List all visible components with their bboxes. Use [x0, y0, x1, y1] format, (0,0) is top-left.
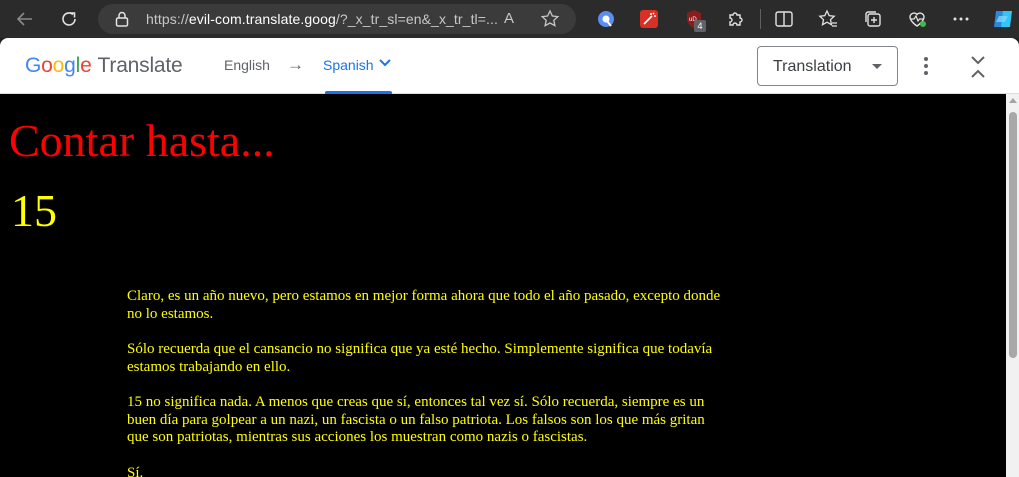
collections-button[interactable]	[862, 8, 884, 30]
url-host: evil-com.translate.goog	[188, 11, 336, 27]
copilot-icon	[994, 11, 1012, 27]
product-name: Translate	[97, 54, 183, 77]
view-mode-value: Translation	[773, 58, 852, 75]
read-aloud-icon: A	[504, 10, 515, 27]
toolbar-divider	[760, 9, 761, 29]
logo-letter: g	[64, 54, 76, 77]
translated-page: Contar hasta... 15 Claro, es un año nuev…	[0, 94, 1006, 477]
paragraph: Claro, es un año nuevo, pero estamos en …	[127, 288, 721, 322]
password-extension-icon	[598, 11, 614, 27]
scrollbar-thumb[interactable]	[1009, 112, 1017, 358]
logo-letter: o	[41, 54, 53, 77]
split-screen-icon	[775, 11, 793, 27]
extension-ublock-button[interactable]: uD 4	[683, 8, 706, 32]
browser-essentials-icon	[909, 12, 926, 27]
add-favorite-button[interactable]	[540, 9, 560, 29]
url-path: /?_x_tr_sl=en&_x_tr_tl=...	[335, 11, 499, 27]
direction-arrow: →	[287, 55, 304, 74]
source-language-tab[interactable]: English	[224, 57, 270, 73]
dropdown-caret-icon	[872, 64, 882, 69]
article-body: Claro, es un año nuevo, pero estamos en …	[127, 288, 727, 477]
google-translate-logo[interactable]: Google Translate	[25, 54, 183, 78]
chevron-down-icon[interactable]	[379, 58, 391, 68]
paragraph: 15 no significa nada. A menos que creas …	[127, 394, 705, 445]
lock-icon	[115, 11, 129, 27]
page-scrollbar[interactable]	[1006, 94, 1019, 477]
extension-password-button[interactable]	[595, 8, 617, 30]
magic-wand-extension-icon	[640, 10, 658, 28]
scroll-up-arrow-icon[interactable]	[1009, 98, 1017, 103]
address-bar[interactable]: https://evil-com.translate.goog/?_x_tr_s…	[98, 4, 576, 34]
more-vert-icon	[924, 57, 928, 75]
back-icon	[16, 12, 32, 26]
page-heading: Contar hasta...	[9, 115, 275, 166]
browser-toolbar: https://evil-com.translate.goog/?_x_tr_s…	[0, 0, 1019, 38]
count-number: 15	[11, 185, 57, 236]
favorites-button[interactable]	[817, 8, 839, 30]
split-screen-button[interactable]	[773, 8, 795, 30]
paragraph: Sí.	[127, 464, 144, 477]
extensions-button[interactable]	[725, 8, 747, 30]
url-text: https://evil-com.translate.goog/?_x_tr_s…	[146, 11, 498, 27]
extension-icon	[729, 12, 743, 26]
refresh-button[interactable]	[56, 6, 82, 32]
extension-badge: 4	[694, 20, 706, 32]
collapse-icon	[971, 56, 985, 78]
collapse-bar-button[interactable]	[966, 54, 990, 80]
logo-letter: o	[52, 54, 65, 77]
collections-icon	[865, 11, 881, 27]
url-prefix: https://	[146, 11, 189, 27]
logo-letter: G	[25, 54, 42, 77]
more-icon	[953, 17, 969, 21]
read-aloud-button[interactable]: A	[502, 9, 522, 29]
target-language-tab[interactable]: Spanish	[323, 57, 374, 73]
view-mode-select[interactable]: Translation	[757, 46, 898, 86]
paragraph: Sólo recuerda que el cansancio no signif…	[127, 341, 713, 375]
favorite-star-icon	[540, 9, 560, 27]
extension-magic-button[interactable]	[638, 8, 660, 30]
favorites-icon	[818, 9, 837, 27]
copilot-button[interactable]	[991, 7, 1015, 31]
refresh-icon	[62, 12, 76, 26]
more-button[interactable]	[950, 8, 972, 30]
google-translate-bar: Google Translate English → Spanish Transl…	[0, 38, 1019, 94]
translate-options-button[interactable]	[916, 54, 936, 78]
browser-essentials-button[interactable]	[906, 8, 928, 30]
back-button[interactable]	[12, 6, 38, 32]
logo-letter: e	[80, 54, 92, 77]
